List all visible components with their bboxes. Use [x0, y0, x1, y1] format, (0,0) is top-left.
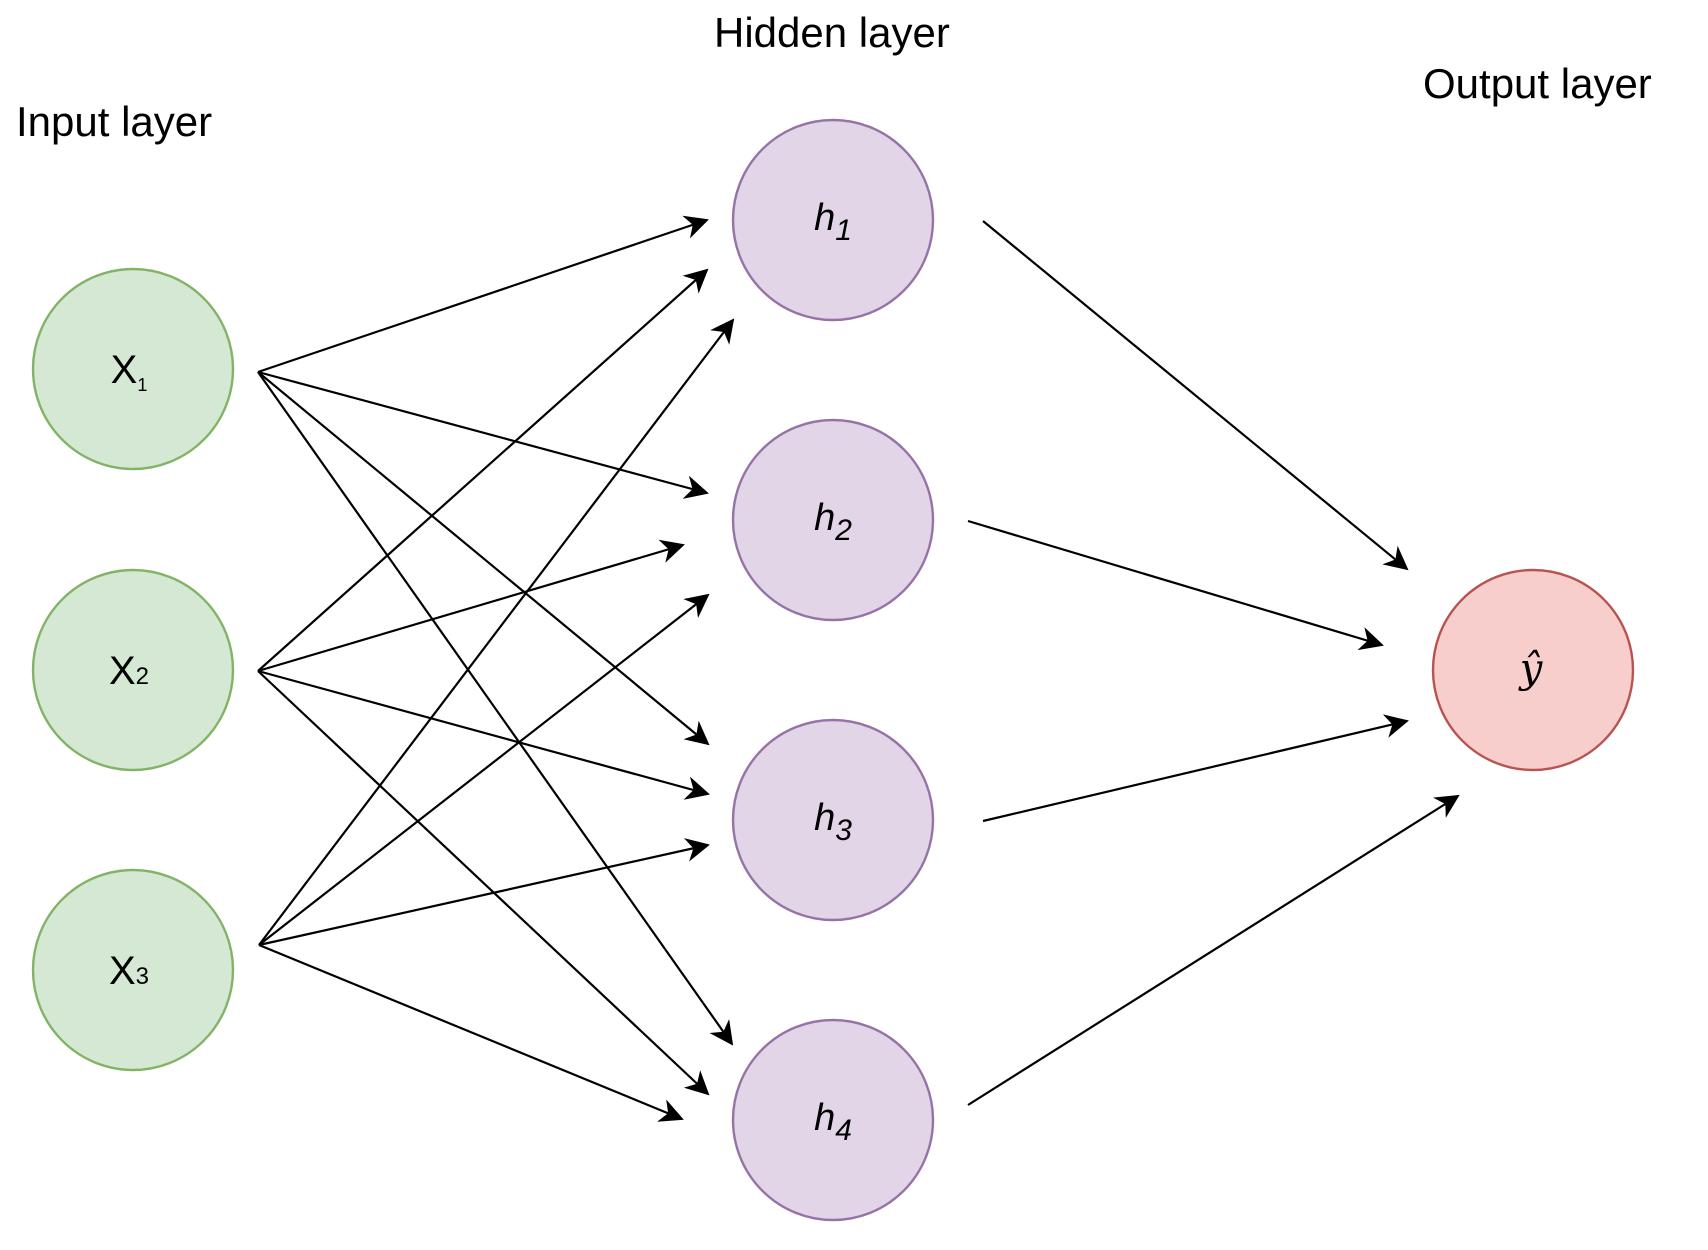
node-label-subscript: 3 [835, 814, 852, 847]
edge-h3-to-yhat [982, 714, 1409, 823]
neural-network-diagram: Input layer Hidden layer Output layer X1… [16, 9, 1652, 1222]
node-x2: X2 [31, 568, 235, 772]
node-label-base: X [109, 649, 136, 693]
node-label-subscript: 1 [835, 214, 852, 247]
node-label-subscript: 2 [136, 663, 149, 690]
node-label-subscript: 3 [136, 963, 149, 990]
edge-x1-to-h2 [257, 370, 709, 499]
node-label-yhat: ŷ [1518, 646, 1544, 692]
edge-x2-to-h1 [257, 268, 709, 672]
node-h3: h3 [731, 718, 935, 922]
nodes-group: X1X2X3h1h2h3h4ŷ [31, 118, 1635, 1222]
node-label-base: h [814, 1097, 835, 1139]
hidden-layer-title: Hidden layer [714, 9, 950, 56]
node-yhat: ŷ [1431, 568, 1635, 772]
node-x3: X3 [31, 868, 235, 1072]
node-label-subscript: 2 [834, 514, 852, 547]
edge-x2-to-h4 [257, 670, 710, 1096]
node-h1: h1 [731, 118, 935, 322]
edge-x3-to-h1 [258, 318, 735, 946]
node-label-base: X [111, 348, 138, 392]
edge-x3-to-h4 [258, 943, 684, 1122]
node-label-base: h [814, 197, 835, 239]
edge-h1-to-yhat [982, 220, 1409, 571]
edges-group [257, 215, 1460, 1122]
node-h4: h4 [731, 1018, 935, 1222]
edge-h4-to-yhat [967, 794, 1460, 1106]
edge-x1-to-h1 [257, 215, 709, 374]
edge-h2-to-yhat [967, 519, 1384, 651]
node-label-base: ŷ [1518, 646, 1544, 692]
node-label-base: h [814, 497, 835, 539]
node-h2: h2 [731, 418, 935, 622]
edge-x2-to-h2 [257, 539, 685, 673]
output-layer-title: Output layer [1423, 60, 1652, 107]
edge-x1-to-h4 [257, 371, 734, 1046]
input-layer-title: Input layer [16, 98, 212, 145]
node-label-base: h [814, 797, 835, 839]
node-label-subscript: 1 [137, 375, 147, 395]
node-label-base: X [109, 949, 136, 993]
node-x1: X1 [31, 267, 235, 471]
edge-x3-to-h3 [258, 838, 710, 947]
node-label-subscript: 4 [835, 1114, 852, 1147]
